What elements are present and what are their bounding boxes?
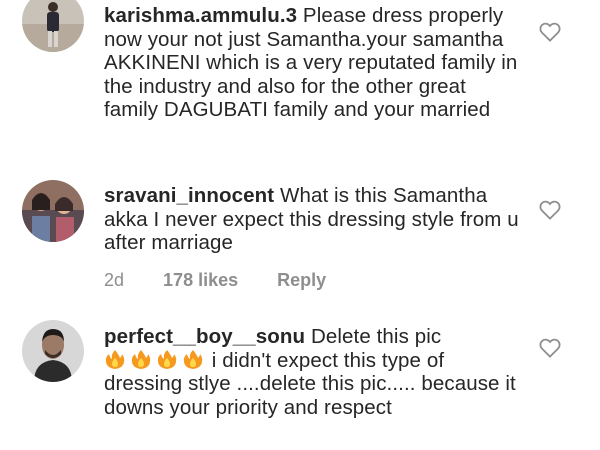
comment-timestamp[interactable]: 2d — [104, 270, 124, 290]
reply-button[interactable]: Reply — [277, 270, 326, 290]
comment-username[interactable]: sravani_innocent — [104, 184, 274, 207]
fire-icon — [156, 349, 178, 370]
comment-body: sravani_innocent What is this Samantha a… — [104, 184, 524, 255]
comment-username[interactable]: perfect__boy__sonu — [104, 325, 305, 348]
fire-emoji-row — [104, 349, 212, 372]
heart-outline-icon[interactable] — [539, 200, 561, 220]
avatar-icon[interactable] — [22, 0, 84, 52]
avatar-icon[interactable] — [22, 320, 84, 382]
comment-body: karishma.ammulu.3 Please dress properly … — [104, 4, 524, 122]
comment-likes-count[interactable]: 178 likes — [163, 270, 238, 290]
heart-outline-icon[interactable] — [539, 22, 561, 42]
fire-icon — [130, 349, 152, 370]
comment-meta-row: 2d 178 likes Reply — [104, 270, 360, 291]
comment-username[interactable]: karishma.ammulu.3 — [104, 4, 297, 27]
fire-icon — [104, 349, 126, 370]
comment-text: Delete this pic — [310, 325, 442, 348]
heart-outline-icon[interactable] — [539, 338, 561, 358]
fire-icon — [182, 349, 204, 370]
comment-body: perfect__boy__sonu Delete this pic i did… — [104, 325, 524, 419]
avatar-icon[interactable] — [22, 180, 84, 242]
